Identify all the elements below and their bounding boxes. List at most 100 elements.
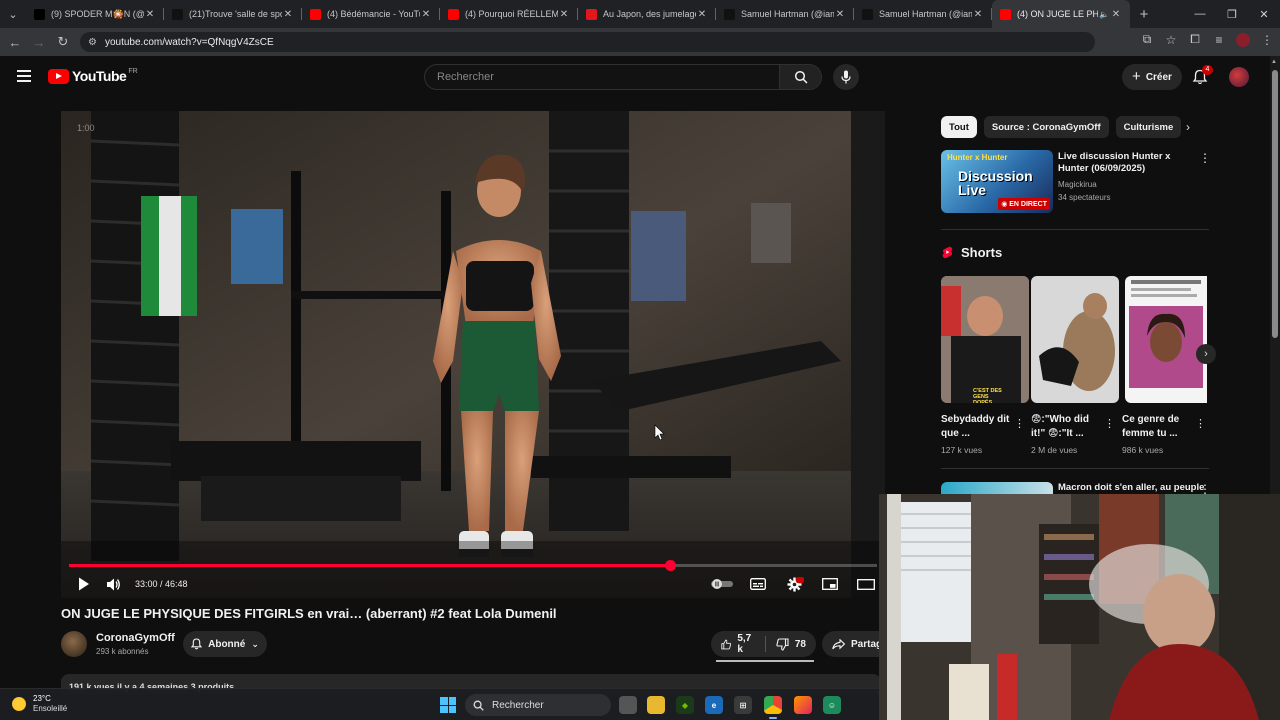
youtube-logo[interactable]: YouTube FR <box>48 68 138 84</box>
account-avatar[interactable] <box>1229 67 1249 87</box>
nvidia-icon[interactable]: ◆ <box>676 696 694 714</box>
channel-avatar[interactable] <box>61 631 87 657</box>
site-info-icon[interactable]: ⚙ <box>88 37 97 48</box>
subtitles-button[interactable] <box>743 578 773 590</box>
subscribed-label: Abonné <box>208 638 246 650</box>
weather-widget[interactable]: 23°C Ensoleillé <box>12 694 67 714</box>
firefox-icon[interactable] <box>794 696 812 714</box>
browser-tab[interactable]: (21)Trouve 'salle de sport ✕ <box>164 0 302 28</box>
close-tab-icon[interactable]: ✕ <box>558 9 570 20</box>
live-badge: ◉ EN DIRECT <box>998 198 1050 210</box>
short-thumbnail-art <box>1031 276 1119 403</box>
bookmark-star-icon[interactable]: ☆ <box>1164 33 1178 47</box>
short-title[interactable]: Sebydaddy dit que ... <box>941 413 1011 441</box>
browser-tab[interactable]: Samuel Hartman (@iam.s✕ <box>854 0 992 28</box>
search-button[interactable] <box>779 65 821 89</box>
browser-menu-icon[interactable]: ⋮ <box>1260 33 1274 47</box>
more-vert-icon[interactable]: ⋮ <box>1195 417 1206 430</box>
file-explorer-icon[interactable] <box>647 696 665 714</box>
menu-icon[interactable] <box>17 70 31 82</box>
theater-button[interactable] <box>851 578 881 590</box>
close-window-icon[interactable]: ✕ <box>1248 8 1280 21</box>
new-tab-button[interactable]: + <box>1130 6 1158 23</box>
short-title[interactable]: 😨:"Who did it!" 😨:"It ... <box>1031 413 1101 441</box>
app-icon[interactable]: ☺ <box>823 696 841 714</box>
close-tab-icon[interactable]: ✕ <box>282 9 294 20</box>
recommendation-title[interactable]: Macron doit s'en aller, au peuple <box>1058 482 1204 493</box>
reading-list-icon[interactable]: ≡ <box>1212 33 1226 47</box>
miniplayer-button[interactable] <box>815 578 845 590</box>
windows-start-icon[interactable] <box>440 697 456 713</box>
close-tab-icon[interactable]: ✕ <box>834 9 846 20</box>
filter-chip[interactable]: Culturisme <box>1115 116 1182 138</box>
tab-search-chevron-icon[interactable]: ⌄ <box>0 0 26 28</box>
minimize-icon[interactable]: — <box>1184 8 1216 21</box>
mute-button[interactable] <box>99 578 129 591</box>
filter-chip[interactable]: Tout <box>941 116 977 138</box>
forward-icon[interactable]: → <box>27 35 51 50</box>
store-icon[interactable]: ⊞ <box>734 696 752 714</box>
search-input[interactable] <box>425 65 779 89</box>
extensions-icon[interactable]: ⧠ <box>1188 32 1202 47</box>
chevron-right-icon[interactable]: › <box>1186 120 1190 134</box>
chrome-icon[interactable] <box>764 696 782 719</box>
close-tab-icon[interactable]: ✕ <box>144 9 156 20</box>
scroll-up-icon[interactable]: ▲ <box>1271 59 1277 65</box>
browser-tab[interactable]: (4) ON JUGE LE PHYSI🔈✕ <box>992 0 1130 28</box>
browser-tab-title: Samuel Hartman (@iam.s <box>741 9 834 19</box>
browser-tab[interactable]: (4) Bédémancie - YouTub ✕ <box>302 0 440 28</box>
filter-chip[interactable]: Source : CoronaGymOff <box>983 116 1109 138</box>
settings-button[interactable] <box>779 576 809 592</box>
taskbar-search[interactable]: Rechercher <box>465 694 611 716</box>
chevron-down-icon: ⌄ <box>251 638 259 649</box>
short-thumbnail[interactable]: C'EST DES GENS DOPÉS <box>941 276 1029 403</box>
weather-text: 23°C Ensoleillé <box>33 694 67 714</box>
browser-tab[interactable]: Samuel Hartman (@iam.s✕ <box>716 0 854 28</box>
close-tab-icon[interactable]: ✕ <box>420 9 432 20</box>
volume-icon <box>107 578 120 590</box>
recommendation-title[interactable]: Live discussion Hunter x Hunter (06/09/2… <box>1058 151 1198 175</box>
webcam-feed <box>879 494 1280 720</box>
browser-tab[interactable]: Au Japon, des jumelages ✕ <box>578 0 716 28</box>
tab-audio-icon[interactable]: 🔈 <box>1098 10 1110 19</box>
profile-avatar-icon[interactable] <box>1236 32 1250 47</box>
like-button[interactable]: 5,7 k <box>711 631 765 657</box>
browser-tab[interactable]: (9) SPODER M🎇N (@Sp✕ <box>26 0 164 28</box>
task-view-icon[interactable] <box>619 696 637 714</box>
short-thumbnail[interactable] <box>1031 276 1119 403</box>
back-icon[interactable]: ← <box>3 35 27 50</box>
play-button[interactable] <box>69 577 99 591</box>
address-bar[interactable]: ⚙ youtube.com/watch?v=QfNqgV4ZsCE <box>80 32 1095 52</box>
tiktok-icon <box>862 8 873 20</box>
cast-icon[interactable]: ⧉ <box>1140 32 1154 47</box>
close-tab-icon[interactable]: ✕ <box>1110 9 1122 20</box>
notifications-button[interactable]: 4 <box>1192 65 1213 85</box>
edge-icon[interactable]: e <box>705 696 723 714</box>
close-tab-icon[interactable]: ✕ <box>696 9 708 20</box>
maximize-icon[interactable]: ❐ <box>1216 8 1248 21</box>
subscribed-button[interactable]: Abonné ⌄ <box>183 631 267 657</box>
more-vert-icon[interactable]: ⋮ <box>1199 151 1211 165</box>
video-player[interactable]: 1:00 33:00 / 46:48 <box>61 111 885 598</box>
scrollbar-thumb[interactable] <box>1272 70 1278 338</box>
short-thumbnail[interactable] <box>1125 276 1213 403</box>
recommendation-channel[interactable]: Magickirua <box>1058 180 1097 189</box>
short-title[interactable]: Ce genre de femme tu ... <box>1122 413 1192 441</box>
progress-bar[interactable] <box>69 560 877 571</box>
recommendation-thumbnail[interactable]: Hunter x Hunter Discussion Live ◉ EN DIR… <box>941 150 1053 213</box>
browser-tab-title: (4) ON JUGE LE PHYSI <box>1017 9 1098 19</box>
voice-search-button[interactable] <box>833 64 859 90</box>
more-vert-icon[interactable]: ⋮ <box>1014 417 1025 430</box>
channel-name[interactable]: CoronaGymOff <box>96 632 175 644</box>
shorts-next-button[interactable]: › <box>1196 344 1216 364</box>
autoplay-toggle[interactable] <box>707 579 737 589</box>
browser-tab[interactable]: (4) Pourquoi RÉELLEMENT✕ <box>440 0 578 28</box>
weather-temperature: 23°C <box>33 694 51 703</box>
play-icon <box>79 577 89 591</box>
dislike-button[interactable]: 78 <box>766 631 816 657</box>
more-vert-icon[interactable]: ⋮ <box>1104 417 1115 430</box>
reload-icon[interactable]: ↻ <box>51 34 75 50</box>
create-button[interactable]: + Créer <box>1122 64 1182 90</box>
close-tab-icon[interactable]: ✕ <box>972 9 984 20</box>
bell-icon <box>191 638 203 650</box>
